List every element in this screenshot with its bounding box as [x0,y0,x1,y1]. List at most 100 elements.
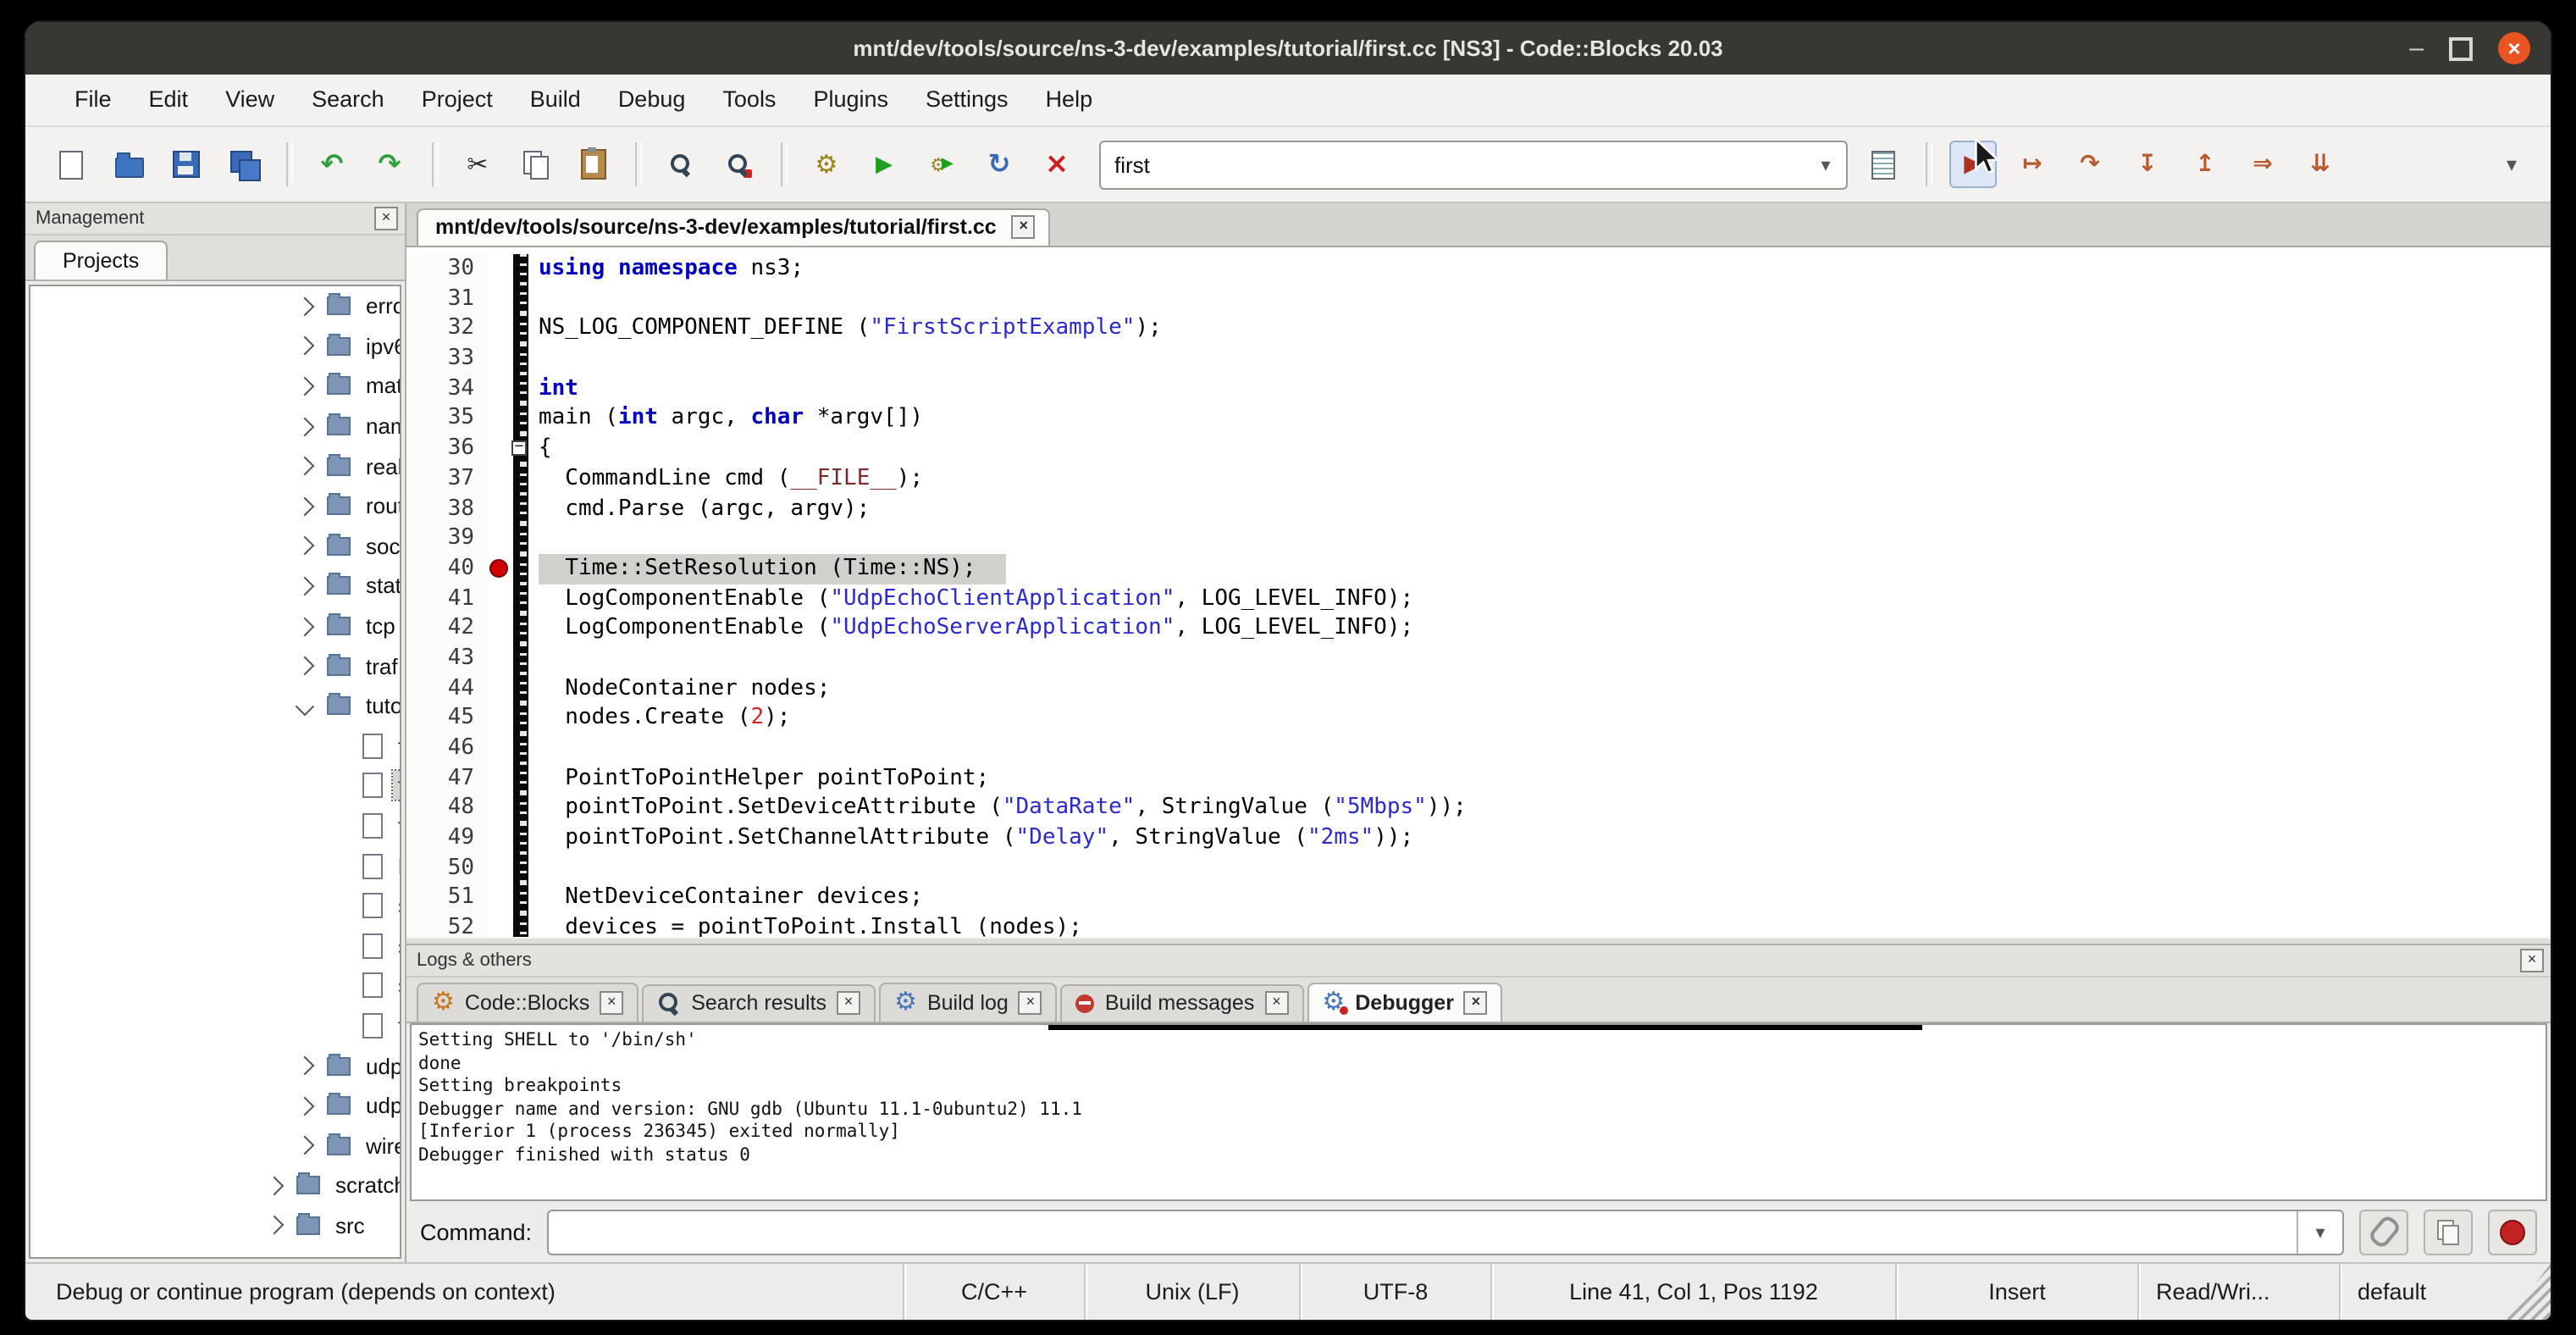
code-text[interactable]: int [528,374,2551,404]
run-to-cursor-button[interactable]: ↦ [2010,142,2054,186]
menu-settings[interactable]: Settings [907,75,1027,125]
breakpoint-margin[interactable] [488,584,513,613]
expand-icon[interactable] [296,1096,315,1116]
code-line-32[interactable]: 32NS_LOG_COMPONENT_DEFINE ("FirstScriptE… [406,314,2551,344]
log-tab-search-results[interactable]: Search results× [642,984,876,1022]
breakpoint-margin[interactable] [488,314,513,344]
code-line-48[interactable]: 48 pointToPoint.SetDeviceAttribute ("Dat… [406,794,2551,823]
line-number[interactable]: 48 [406,794,488,823]
line-number[interactable]: 44 [406,673,488,703]
code-line-38[interactable]: 38 cmd.Parse (argc, argv); [406,494,2551,523]
expand-icon[interactable] [296,577,315,596]
title-bar[interactable]: mnt/dev/tools/source/ns-3-dev/examples/t… [25,22,2551,75]
search-options-button[interactable] [1861,142,1905,186]
code-line-42[interactable]: 42 LogComponentEnable ("UdpEchoServerApp… [406,614,2551,644]
code-text[interactable]: NodeContainer nodes; [528,673,2551,703]
tree-item-wire[interactable]: wire [30,1126,400,1166]
fold-margin[interactable] [513,913,528,937]
log-tab-build-messages[interactable]: Build messages× [1061,984,1304,1022]
menu-tools[interactable]: Tools [704,75,794,125]
code-line-43[interactable]: 43 [406,644,2551,673]
code-text[interactable] [528,644,2551,673]
line-number[interactable]: 41 [406,584,488,613]
line-number[interactable]: 43 [406,644,488,673]
tree-item-th[interactable]: th [30,1005,400,1045]
expand-icon[interactable] [296,457,315,476]
code-line-36[interactable]: 36−{ [406,434,2551,463]
fold-margin[interactable] [513,374,528,404]
find-button[interactable] [659,142,703,186]
code-text[interactable] [528,284,2551,313]
step-into-button[interactable]: ↧ [2125,142,2170,186]
close-panel-icon[interactable]: × [2520,949,2544,972]
close-tab-icon[interactable]: × [1264,991,1288,1015]
expand-icon[interactable] [265,1176,285,1195]
menu-debug[interactable]: Debug [600,75,705,125]
code-line-44[interactable]: 44 NodeContainer nodes; [406,673,2551,703]
code-line-52[interactable]: 52 devices = pointToPoint.Install (nodes… [406,913,2551,937]
close-tab-icon[interactable]: × [1464,990,1488,1014]
fold-margin[interactable] [513,523,528,553]
breakpoint-margin[interactable] [488,374,513,404]
line-number[interactable]: 35 [406,404,488,434]
find-in-files-button[interactable] [716,142,760,186]
close-panel-icon[interactable]: × [374,207,398,230]
search-input[interactable] [1101,150,1805,179]
fold-margin[interactable] [513,584,528,613]
expand-icon[interactable] [296,1056,315,1076]
code-text[interactable]: PointToPointHelper pointToPoint; [528,763,2551,793]
tree-item-tuto[interactable]: tuto [30,686,400,726]
code-text[interactable] [528,523,2551,553]
breakpoint-margin[interactable] [488,464,513,494]
line-number[interactable]: 31 [406,284,488,313]
code-text[interactable]: CommandLine cmd (__FILE__); [528,464,2551,494]
fold-margin[interactable] [513,344,528,374]
build-button[interactable]: ⚙ [804,142,849,186]
fold-margin[interactable] [513,464,528,494]
tree-item-six[interactable]: six [30,966,400,1005]
expand-icon[interactable] [296,656,315,676]
code-text[interactable] [528,344,2551,374]
code-line-35[interactable]: 35 main (int argc, char *argv[]) [406,404,2551,434]
menu-help[interactable]: Help [1027,75,1112,125]
copy-button[interactable] [513,142,557,186]
tree-item-udp[interactable]: udp- [30,1086,400,1126]
menu-file[interactable]: File [56,75,130,125]
tree-item-erro[interactable]: erro [30,286,400,326]
tree-item-fo[interactable]: fo [30,806,400,845]
new-file-button[interactable] [49,142,93,186]
close-tab-icon[interactable]: × [1012,215,1036,239]
code-text[interactable] [528,854,2551,884]
stop-button[interactable] [2488,1209,2537,1255]
expand-icon[interactable] [296,377,315,396]
line-number[interactable]: 32 [406,314,488,344]
open-file-button[interactable] [107,142,151,186]
code-line-51[interactable]: 51 NetDeviceContainer devices; [406,884,2551,913]
fold-margin[interactable] [513,884,528,913]
code-line-37[interactable]: 37 CommandLine cmd (__FILE__); [406,464,2551,494]
code-text[interactable]: main (int argc, char *argv[]) [528,404,2551,434]
build-and-run-button[interactable]: ⚙▶ [920,142,964,186]
tree-item-sock[interactable]: sock [30,526,400,566]
editor-tab-first-cc[interactable]: mnt/dev/tools/source/ns-3-dev/examples/t… [417,208,1051,246]
collapse-icon[interactable] [296,696,315,716]
code-text[interactable]: nodes.Create (2); [528,704,2551,734]
code-text[interactable]: pointToPoint.SetDeviceAttribute ("DataRa… [528,794,2551,823]
breakpoint-margin[interactable] [488,494,513,523]
code-line-30[interactable]: 30using namespace ns3; [406,254,2551,284]
undo-button[interactable]: ↶ [310,142,354,186]
line-number[interactable]: 51 [406,884,488,913]
fold-margin[interactable] [513,704,528,734]
fold-margin[interactable] [513,673,528,703]
breakpoint-margin[interactable] [488,434,513,463]
line-number[interactable]: 46 [406,734,488,763]
tree-item-real[interactable]: real [30,446,400,486]
line-number[interactable]: 52 [406,913,488,937]
fold-margin[interactable] [513,284,528,313]
tree-item-stat[interactable]: stat [30,566,400,606]
code-text[interactable]: LogComponentEnable ("UdpEchoServerApplic… [528,614,2551,644]
code-line-41[interactable]: 41 LogComponentEnable ("UdpEchoClientApp… [406,584,2551,613]
expand-icon[interactable] [265,1216,285,1236]
code-text[interactable]: NetDeviceContainer devices; [528,884,2551,913]
code-line-31[interactable]: 31 [406,284,2551,313]
